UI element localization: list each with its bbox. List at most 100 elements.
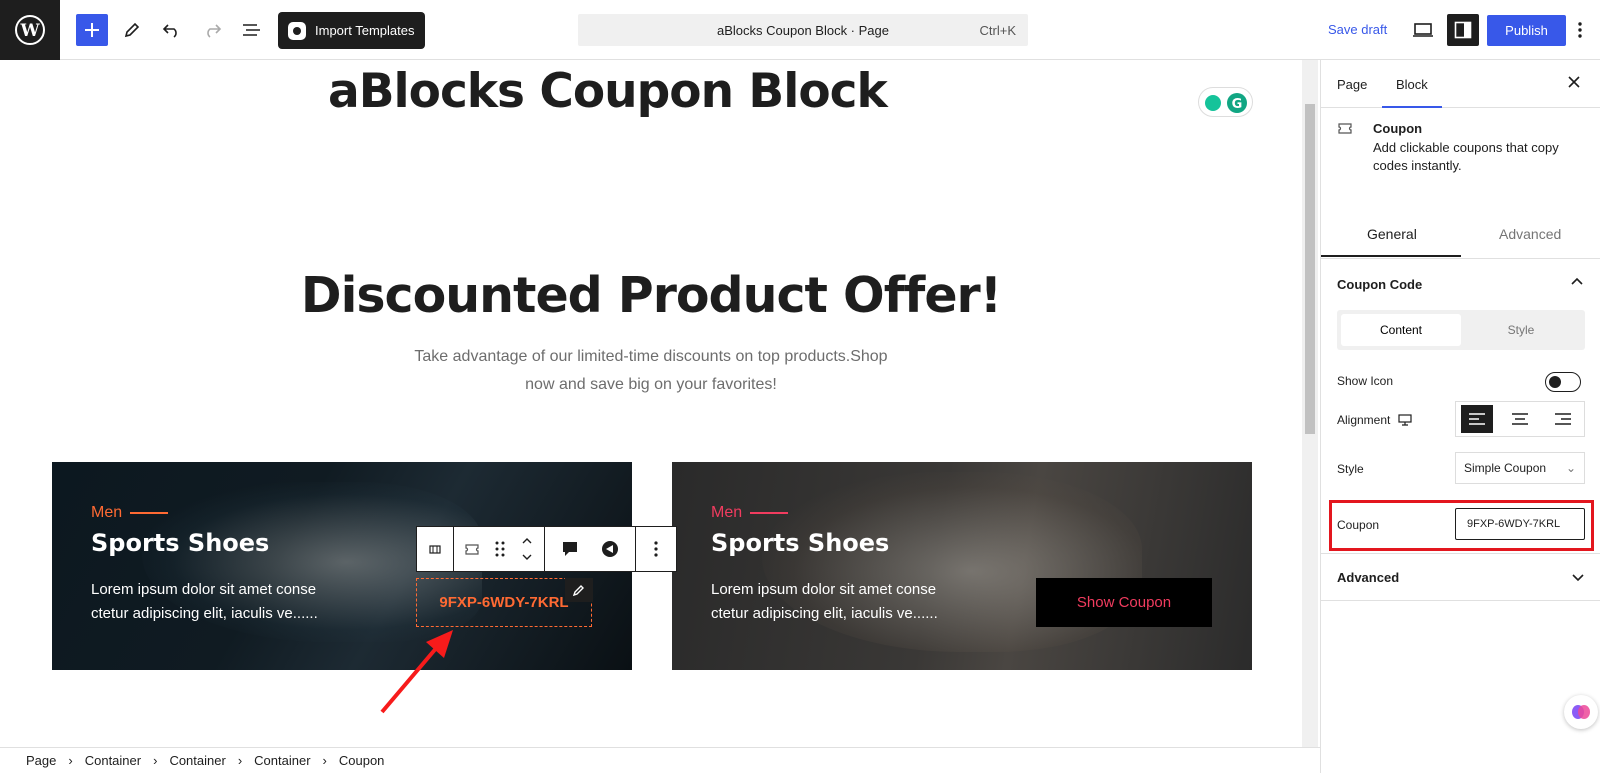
close-sidebar-button[interactable] bbox=[1562, 72, 1586, 96]
toggle-knob bbox=[1549, 376, 1561, 388]
sidebar-icon bbox=[1454, 21, 1472, 39]
settings-tabs: General Advanced bbox=[1321, 203, 1600, 259]
ai-assistant-button[interactable] bbox=[1564, 695, 1598, 729]
breadcrumb-item[interactable]: Page bbox=[26, 753, 56, 768]
document-overview-button[interactable] bbox=[236, 14, 268, 46]
container-icon[interactable] bbox=[427, 541, 443, 557]
block-description: Add clickable coupons that copy codes in… bbox=[1373, 140, 1559, 173]
wordpress-icon: W bbox=[15, 15, 45, 45]
block-card: Coupon Add clickable coupons that copy c… bbox=[1321, 108, 1600, 190]
page-title[interactable]: aBlocks Coupon Block bbox=[328, 64, 888, 119]
coupon-input[interactable]: 9FXP-6WDY-7KRL bbox=[1455, 508, 1585, 540]
breadcrumb-item[interactable]: Coupon bbox=[339, 753, 385, 768]
content-style-switch: Content Style bbox=[1337, 310, 1585, 350]
show-icon-toggle[interactable] bbox=[1545, 372, 1581, 392]
import-templates-label: Import Templates bbox=[315, 23, 415, 38]
block-mover-group bbox=[454, 527, 545, 571]
style-select[interactable]: Simple Coupon ⌄ bbox=[1455, 452, 1585, 484]
plus-icon bbox=[85, 23, 99, 37]
category-divider bbox=[130, 512, 169, 514]
chevron-right-icon: › bbox=[153, 753, 158, 768]
show-coupon-button[interactable]: Show Coupon bbox=[1036, 578, 1212, 627]
alignment-row-label: Alignment bbox=[1337, 413, 1412, 427]
desktop-icon[interactable] bbox=[1398, 414, 1412, 426]
advanced-title: Advanced bbox=[1337, 570, 1400, 585]
drag-handle-icon[interactable] bbox=[494, 540, 506, 558]
brain-icon bbox=[1572, 705, 1590, 719]
shortcut-hint: Ctrl+K bbox=[979, 23, 1016, 38]
breadcrumb-item[interactable]: Container bbox=[169, 753, 225, 768]
undo-icon bbox=[162, 24, 177, 38]
tab-advanced[interactable]: Advanced bbox=[1499, 226, 1561, 242]
add-block-button[interactable] bbox=[76, 14, 108, 46]
more-vertical-icon[interactable] bbox=[654, 541, 658, 557]
card-title: Sports Shoes bbox=[91, 529, 270, 557]
alignment-buttons bbox=[1455, 401, 1585, 437]
coupon-code-panel-header[interactable]: Coupon Code bbox=[1321, 259, 1600, 309]
segment-content[interactable]: Content bbox=[1341, 314, 1461, 346]
scrollbar-thumb[interactable] bbox=[1305, 104, 1315, 434]
offer-subtitle[interactable]: Take advantage of our limited-time disco… bbox=[401, 343, 901, 399]
show-icon-label: Show Icon bbox=[1337, 374, 1394, 388]
tab-general[interactable]: General bbox=[1321, 226, 1461, 257]
save-draft-button[interactable]: Save draft bbox=[1328, 22, 1387, 37]
wordpress-logo[interactable]: W bbox=[0, 0, 60, 60]
breadcrumb-item[interactable]: Container bbox=[254, 753, 310, 768]
move-up-down-icon[interactable] bbox=[520, 534, 534, 564]
tab-page[interactable]: Page bbox=[1337, 77, 1367, 92]
breadcrumb-item[interactable]: Container bbox=[85, 753, 141, 768]
category-label: Men bbox=[91, 504, 123, 521]
card-category: Men bbox=[711, 504, 789, 522]
undo-button[interactable] bbox=[156, 14, 188, 46]
chevron-right-icon: › bbox=[68, 753, 73, 768]
style-select-value: Simple Coupon bbox=[1464, 461, 1547, 475]
align-left-button[interactable] bbox=[1461, 405, 1494, 433]
publish-button[interactable]: Publish bbox=[1487, 15, 1566, 46]
category-divider bbox=[750, 512, 789, 514]
pencil-icon bbox=[124, 22, 140, 38]
offer-headline[interactable]: Discounted Product Offer! bbox=[0, 267, 1302, 324]
coupon-icon[interactable] bbox=[464, 541, 480, 557]
comment-icon[interactable] bbox=[561, 540, 579, 558]
advanced-panel-header[interactable]: Advanced bbox=[1321, 553, 1600, 601]
tab-block[interactable]: Block bbox=[1382, 77, 1442, 108]
grammarly-icon: G bbox=[1205, 93, 1247, 113]
import-templates-button[interactable]: Import Templates bbox=[278, 12, 425, 49]
svg-text:W: W bbox=[19, 21, 40, 41]
list-view-icon bbox=[243, 24, 260, 36]
grammarly-widget[interactable]: G bbox=[1198, 87, 1253, 117]
chevron-down-icon: ⌄ bbox=[1565, 461, 1576, 475]
block-name: Coupon bbox=[1373, 121, 1423, 136]
tools-button[interactable] bbox=[116, 14, 148, 46]
edit-link-button[interactable] bbox=[565, 578, 593, 602]
align-center-button[interactable] bbox=[1504, 405, 1536, 433]
align-right-button[interactable] bbox=[1547, 405, 1579, 433]
coupon-label: Coupon bbox=[1337, 518, 1380, 532]
block-breadcrumb: Page › Container › Container › Container › C… bbox=[0, 747, 1320, 773]
sidebar-tabs: Page Block bbox=[1321, 60, 1600, 108]
preview-button[interactable] bbox=[1407, 14, 1439, 46]
pen-icon bbox=[572, 585, 584, 597]
category-label: Men bbox=[711, 504, 743, 521]
chevron-right-icon: › bbox=[322, 753, 327, 768]
canvas-scrollbar[interactable] bbox=[1302, 60, 1318, 747]
coupon-icon bbox=[1338, 123, 1352, 134]
command-palette-bar[interactable]: aBlocks Coupon Block · Page Ctrl+K bbox=[578, 14, 1028, 46]
block-toolbar bbox=[416, 526, 677, 572]
segment-style[interactable]: Style bbox=[1461, 314, 1581, 346]
desktop-icon bbox=[1413, 23, 1433, 37]
annotation-arrow-icon bbox=[380, 630, 453, 714]
document-title: aBlocks Coupon Block · Page bbox=[717, 23, 889, 38]
navigation-icon[interactable] bbox=[601, 540, 619, 558]
chevron-down-icon bbox=[1572, 574, 1584, 582]
card-text: Lorem ipsum dolor sit amet conse ctetur … bbox=[711, 581, 938, 622]
align-right-icon bbox=[1554, 413, 1571, 425]
more-vertical-icon bbox=[1578, 22, 1582, 38]
svg-text:G: G bbox=[1232, 97, 1243, 112]
options-menu-button[interactable] bbox=[1568, 14, 1592, 46]
settings-sidebar-toggle[interactable] bbox=[1447, 14, 1479, 46]
product-card-2[interactable]: Men Sports Shoes Lorem ipsum dolor sit a… bbox=[672, 462, 1252, 670]
chevron-right-icon: › bbox=[237, 753, 243, 768]
redo-button[interactable] bbox=[196, 14, 228, 46]
card-category: Men bbox=[91, 504, 169, 522]
